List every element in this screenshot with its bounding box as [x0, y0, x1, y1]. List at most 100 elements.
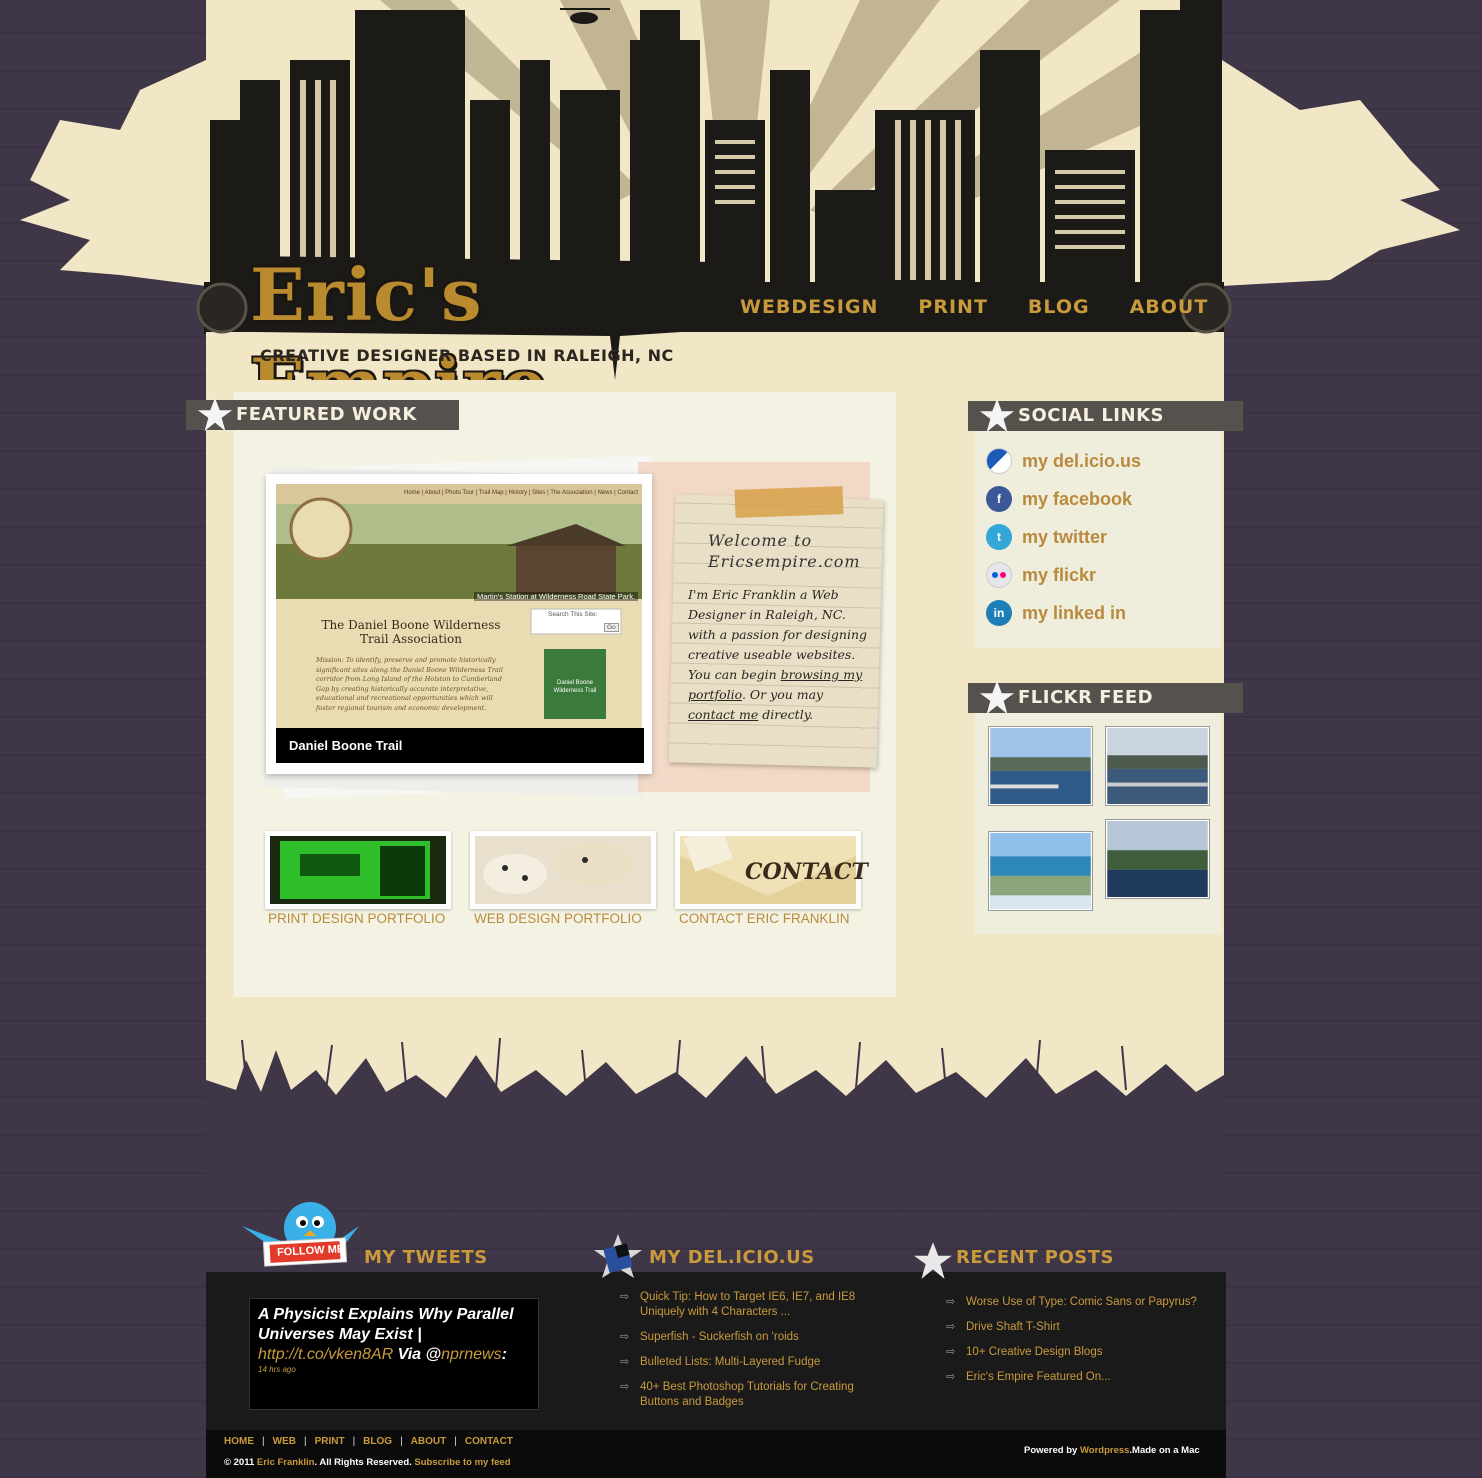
recent-post-item[interactable]: ⇨ 10+ Creative Design Blogs: [946, 1345, 1216, 1360]
site-tagline: CREATIVE DESIGNER BASED IN RALEIGH, NC: [260, 346, 674, 365]
welcome-text-2: . Or you may: [741, 687, 824, 702]
tweet-text: A Physicist Explains Why Parallel Univer…: [258, 1305, 530, 1365]
welcome-text-3: directly.: [762, 707, 814, 722]
delicious-item[interactable]: ⇨ 40+ Best Photoshop Tutorials for Creati…: [620, 1380, 890, 1410]
social-twitter[interactable]: t my twitter: [986, 524, 1107, 550]
slide-site-nav: Home | About | Photo Tour | Trail Map | …: [404, 490, 639, 496]
grass-silhouette: [206, 1020, 1224, 1210]
social-flickr[interactable]: my flickr: [986, 562, 1096, 588]
flickr-feed-heading: FLICKR FEED: [968, 680, 1243, 715]
print-portfolio-thumb[interactable]: [265, 831, 451, 909]
nav-webdesign[interactable]: WEBDESIGN: [740, 296, 878, 318]
flickr-photo-4[interactable]: [1106, 820, 1209, 898]
facebook-icon: f: [986, 486, 1012, 512]
social-delicious[interactable]: my del.icio.us: [986, 448, 1141, 474]
flickr-feed-title: FLICKR FEED: [1018, 687, 1154, 708]
nav-blog[interactable]: BLOG: [1028, 296, 1090, 318]
tape-decoration: [734, 486, 844, 518]
welcome-title-line2: Ericsempire.com: [708, 552, 861, 571]
recent-post-item[interactable]: ⇨ Worse Use of Type: Comic Sans or Papyru…: [946, 1295, 1216, 1310]
welcome-title-line1: Welcome to: [708, 531, 813, 550]
social-linkedin[interactable]: in my linked in: [986, 600, 1126, 626]
twitter-bird-icon[interactable]: [238, 1198, 363, 1280]
recent-post-item[interactable]: ⇨ Drive Shaft T-Shirt: [946, 1320, 1216, 1335]
powered-prefix: Powered by: [1024, 1445, 1078, 1456]
web-portfolio-thumb[interactable]: [470, 831, 656, 909]
recent-post-item[interactable]: ⇨ Eric's Empire Featured On...: [946, 1370, 1216, 1385]
flickr-icon: [986, 562, 1012, 588]
footer-contact-link[interactable]: CONTACT: [465, 1436, 513, 1447]
featured-work-title: FEATURED WORK: [236, 404, 417, 425]
footer-about-link[interactable]: ABOUT: [411, 1436, 447, 1447]
nav-print[interactable]: PRINT: [918, 296, 988, 318]
recent-posts-title: RECENT POSTS: [956, 1247, 1114, 1268]
tweet-handle[interactable]: nprnews: [441, 1346, 501, 1363]
social-delicious-label: my del.icio.us: [1022, 450, 1142, 471]
welcome-note-body: I'm Eric Franklin a Web Designer in Rale…: [688, 585, 870, 725]
arrow-icon: ⇨: [620, 1381, 630, 1393]
flickr-photo-3[interactable]: [989, 832, 1092, 910]
contact-link[interactable]: CONTACT ERIC FRANKLIN: [679, 911, 850, 926]
contact-me-link[interactable]: contact me: [688, 707, 758, 722]
my-delicious-title: MY DEL.ICIO.US: [649, 1247, 815, 1268]
footer-print-link[interactable]: PRINT: [315, 1436, 345, 1447]
subscribe-feed-link[interactable]: Subscribe to my feed: [414, 1457, 510, 1468]
tweet-body: A Physicist Explains Why Parallel Univer…: [258, 1306, 514, 1343]
tweet-link[interactable]: http://t.co/vken8AR: [258, 1346, 393, 1363]
arrow-icon: ⇨: [620, 1291, 630, 1303]
slide-heading: The Daniel Boone Wilderness Trail Associ…: [321, 618, 501, 646]
tweet-colon: :: [501, 1346, 507, 1363]
flickr-photo-2[interactable]: [1106, 727, 1209, 805]
main-nav: WEBDESIGN PRINT BLOG ABOUT: [740, 296, 1208, 318]
copyright-rights: . All Rights Reserved.: [314, 1457, 412, 1468]
social-facebook-label: my facebook: [1022, 488, 1133, 509]
footer-home-link[interactable]: HOME: [224, 1436, 254, 1447]
arrow-icon: ⇨: [946, 1296, 956, 1308]
slide-search-button: Go: [604, 623, 619, 632]
star-icon: [979, 680, 1015, 715]
tweet-via: Via @: [397, 1346, 442, 1363]
social-links-heading: SOCIAL LINKS: [968, 398, 1243, 433]
web-portfolio-link[interactable]: WEB DESIGN PORTFOLIO: [474, 911, 642, 926]
print-portfolio-link[interactable]: PRINT DESIGN PORTFOLIO: [268, 911, 445, 926]
powered-suffix: .Made on a Mac: [1129, 1445, 1200, 1456]
delicious-item[interactable]: ⇨ Superfish - Suckerfish on 'roids: [620, 1330, 890, 1345]
delicious-item[interactable]: ⇨ Bulleted Lists: Multi-Layered Fudge: [620, 1355, 890, 1370]
site-logo[interactable]: Eric's Empire: [240, 250, 720, 427]
footer-nav: HOME | WEB | PRINT | BLOG | ABOUT | CONTACT: [224, 1436, 513, 1447]
print-thumb-image: [270, 836, 446, 904]
contact-overlay-text: CONTACT: [745, 859, 868, 885]
slide-mission: Mission: To identify, preserve and promo…: [316, 656, 503, 712]
arrow-icon: ⇨: [946, 1321, 956, 1333]
flickr-photo-1[interactable]: [989, 727, 1092, 805]
linkedin-icon: in: [986, 600, 1012, 626]
social-facebook[interactable]: f my facebook: [986, 486, 1132, 512]
footer-web-link[interactable]: WEB: [273, 1436, 296, 1447]
social-twitter-label: my twitter: [1022, 526, 1108, 547]
footer-blog-link[interactable]: BLOG: [363, 1436, 392, 1447]
welcome-note-title: Welcome to Ericsempire.com: [708, 530, 868, 572]
copyright-name-link[interactable]: Eric Franklin: [257, 1457, 315, 1468]
social-flickr-label: my flickr: [1022, 564, 1097, 585]
web-thumb-image: [475, 836, 651, 904]
contact-thumb[interactable]: CONTACT: [675, 825, 868, 909]
slide-screenshot: Home | About | Photo Tour | Trail Map | …: [276, 484, 642, 742]
my-tweets-title: MY TWEETS: [364, 1247, 488, 1268]
tweet-box: A Physicist Explains Why Parallel Univer…: [249, 1298, 539, 1410]
social-linkedin-label: my linked in: [1022, 602, 1127, 623]
star-icon: [197, 397, 233, 432]
delicious-list: ⇨ Quick Tip: How to Target IE6, IE7, and …: [620, 1290, 890, 1420]
slide-photo-caption: Martin's Station at Wilderness Road Stat…: [474, 592, 639, 601]
star-icon: [979, 398, 1015, 433]
delicious-icon: [986, 448, 1012, 474]
delicious-item[interactable]: ⇨ Quick Tip: How to Target IE6, IE7, and …: [620, 1290, 890, 1320]
nav-about[interactable]: ABOUT: [1130, 296, 1209, 318]
arrow-icon: ⇨: [620, 1331, 630, 1343]
star-icon: [914, 1242, 952, 1279]
copyright: © 2011 Eric Franklin. All Rights Reserve…: [224, 1457, 511, 1468]
wordpress-link[interactable]: Wordpress: [1080, 1445, 1129, 1456]
slide-badge: Daniel Boone Wilderness Trail: [553, 680, 597, 694]
arrow-icon: ⇨: [620, 1356, 630, 1368]
delicious-logo-icon: [594, 1234, 642, 1278]
arrow-icon: ⇨: [946, 1346, 956, 1358]
